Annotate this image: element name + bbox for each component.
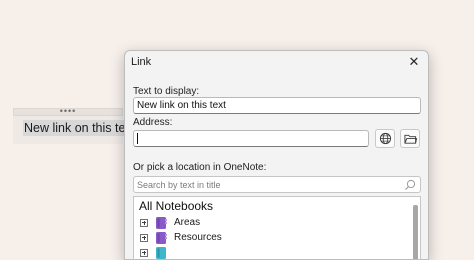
drag-dots-icon: •••• — [59, 106, 77, 116]
location-search-input[interactable]: Search by text in title — [133, 176, 421, 193]
notebook-icon — [156, 231, 167, 244]
text-to-display-field[interactable]: New link on this text — [133, 97, 421, 114]
text-to-display-label: Text to display: — [133, 86, 200, 97]
selected-note-text[interactable]: New link on this text — [23, 120, 137, 136]
address-field[interactable] — [133, 130, 369, 147]
search-placeholder: Search by text in title — [137, 180, 221, 190]
tree-item-label: Resources — [174, 232, 222, 243]
tree-item-resources[interactable]: Resources — [140, 230, 222, 245]
note-container: •••• New link on this text — [13, 106, 137, 144]
expand-icon[interactable] — [140, 248, 148, 257]
browse-file-button[interactable] — [400, 129, 420, 148]
text-to-display-value: New link on this text — [137, 100, 226, 111]
link-dialog: Link ✕ Text to display: New link on this… — [124, 50, 429, 260]
notebook-icon — [156, 216, 167, 229]
expand-icon[interactable] — [140, 233, 148, 242]
expand-icon[interactable] — [140, 218, 148, 227]
tree-root-all-notebooks[interactable]: All Notebooks — [139, 199, 213, 213]
browse-web-button[interactable] — [375, 129, 395, 148]
globe-icon — [379, 132, 391, 145]
tree-item-partial[interactable] — [140, 245, 174, 259]
close-button[interactable]: ✕ — [404, 53, 424, 71]
tree-item-areas[interactable]: Areas — [140, 215, 200, 230]
pick-location-label: Or pick a location in OneNote: — [133, 162, 267, 173]
note-drag-handle[interactable]: •••• — [13, 106, 123, 116]
search-icon — [405, 179, 416, 190]
tree-scrollbar[interactable] — [413, 205, 418, 259]
address-label: Address: — [133, 117, 173, 128]
folder-icon — [403, 134, 417, 144]
close-icon: ✕ — [408, 54, 420, 69]
note-body[interactable]: New link on this text — [13, 116, 137, 144]
tree-item-label: Areas — [174, 217, 201, 228]
text-caret — [137, 133, 138, 144]
dialog-titlebar[interactable]: Link ✕ — [125, 51, 428, 73]
notebook-tree: All Notebooks Areas Resources — [133, 196, 421, 259]
dialog-title: Link — [131, 56, 152, 68]
